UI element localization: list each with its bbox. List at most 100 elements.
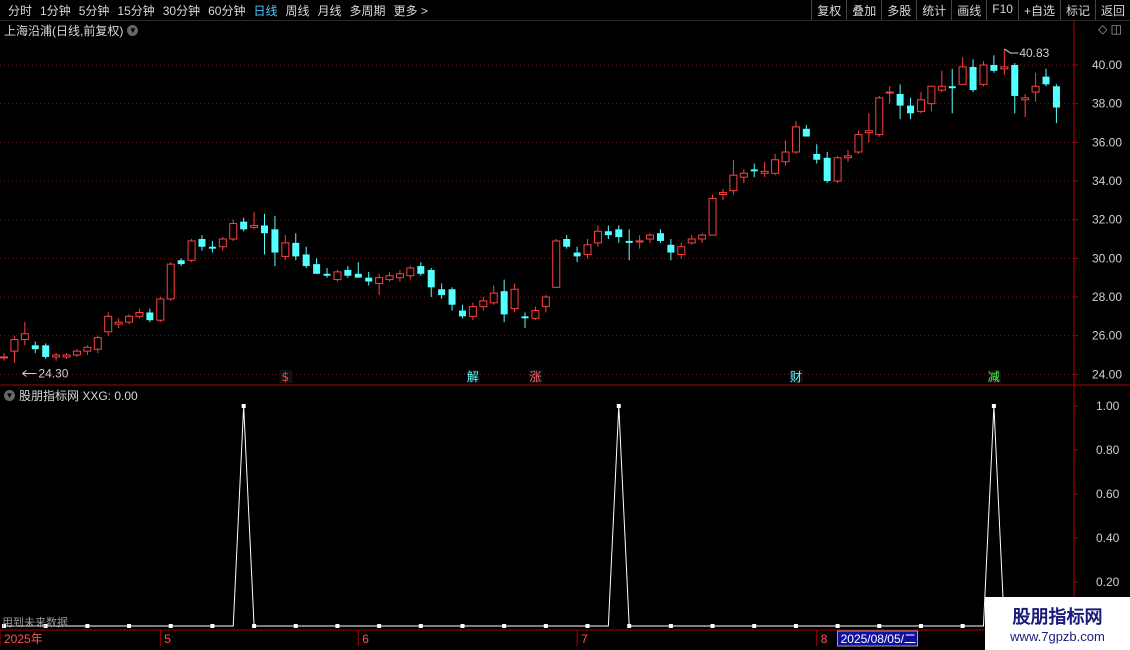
candle-body xyxy=(365,277,373,282)
window-toggle-icon[interactable]: ◫ xyxy=(1111,22,1122,36)
candle-body xyxy=(937,85,946,91)
xxg-signal-point xyxy=(293,624,298,628)
price-tick-label: 38.00 xyxy=(1092,97,1122,111)
xxg-signal-line xyxy=(4,405,1057,627)
candle-body xyxy=(271,229,279,253)
candle-body xyxy=(281,242,290,257)
event-mark-label[interactable]: 财 xyxy=(790,370,802,384)
candle-body xyxy=(229,223,238,240)
candle-body xyxy=(323,273,331,276)
price-tick-label: 34.00 xyxy=(1092,174,1122,188)
candle-body xyxy=(708,197,717,236)
candle-body xyxy=(593,230,602,244)
candle-body xyxy=(646,234,655,240)
candle-body xyxy=(240,221,248,230)
candle-body xyxy=(864,130,873,134)
date-tick-label: 2025年 xyxy=(4,632,43,646)
high-price-label: 40.83 xyxy=(1019,46,1049,60)
candle-body xyxy=(302,254,310,267)
diamond-icon[interactable]: ◇ xyxy=(1098,22,1107,36)
candle-body xyxy=(135,311,144,317)
event-mark-label[interactable]: 解 xyxy=(467,370,479,384)
xxg-signal-point xyxy=(210,624,215,628)
candle-body xyxy=(541,296,550,308)
xxg-signal-point xyxy=(710,624,715,628)
xxg-signal-point xyxy=(543,624,548,628)
xxg-signal-point xyxy=(85,624,90,628)
candle-body xyxy=(198,239,206,247)
candle-body xyxy=(20,333,29,341)
candle-body xyxy=(417,266,425,274)
indicator-tick-label: 0.20 xyxy=(1096,575,1120,589)
candle-body xyxy=(156,298,165,321)
candle-body xyxy=(990,65,998,71)
candle-body xyxy=(333,271,342,281)
candle-body xyxy=(625,240,633,243)
candle-body xyxy=(823,157,831,181)
candle-body xyxy=(261,225,268,234)
xxg-signal-point xyxy=(252,624,257,628)
candle-body xyxy=(927,85,936,105)
candle-body xyxy=(844,155,853,159)
candle-body xyxy=(489,292,498,304)
candle-body xyxy=(72,350,81,356)
low-pointer xyxy=(22,370,37,377)
date-tick-label: 7 xyxy=(581,632,588,646)
xxg-signal-point xyxy=(627,624,632,628)
candle-body xyxy=(42,345,50,357)
candle-body xyxy=(604,231,612,236)
future-data-note: 用到未来数据 xyxy=(2,617,68,629)
candle-body xyxy=(313,264,321,274)
candle-body xyxy=(177,260,185,265)
candle-body xyxy=(448,289,456,305)
price-tick-label: 32.00 xyxy=(1092,213,1122,227)
indicator-tick-label: 0.80 xyxy=(1096,443,1120,457)
candle-body xyxy=(896,94,904,106)
candle-body xyxy=(52,354,61,358)
candle-body xyxy=(292,242,300,257)
candle-body xyxy=(468,306,477,317)
candle-body xyxy=(93,337,102,350)
candle-body xyxy=(1052,86,1060,108)
price-tick-label: 40.00 xyxy=(1092,58,1122,72)
candle-body xyxy=(687,238,696,244)
candle-body xyxy=(385,275,394,281)
chevron-down-icon[interactable]: ▼ xyxy=(127,25,139,36)
event-mark-label[interactable]: 涨 xyxy=(529,369,541,384)
candle-body xyxy=(1021,97,1030,101)
indicator-label: 股朋指标网 XXG: 0.00 xyxy=(19,389,138,403)
chart-window-controls: ◇ ◫ xyxy=(1098,22,1122,36)
candle-body xyxy=(375,277,384,284)
xxg-signal-point xyxy=(377,624,382,628)
candle-body xyxy=(458,310,466,317)
main-chart-title: 上海沿浦(日线,前复权) ▼ xyxy=(4,22,139,39)
candle-body xyxy=(813,153,821,160)
candle-body xyxy=(1031,85,1040,93)
candle-body xyxy=(438,289,446,296)
candle-body xyxy=(969,66,977,91)
xxg-signal-point xyxy=(752,624,757,628)
candle-body xyxy=(208,246,216,249)
indicator-tick-label: 1.00 xyxy=(1096,399,1120,413)
low-price-label: 24.30 xyxy=(38,367,68,381)
date-tick-label: 8 xyxy=(821,632,828,646)
event-mark-label[interactable]: 减 xyxy=(988,370,1000,384)
candle-body xyxy=(802,128,810,137)
candle-body xyxy=(83,346,92,352)
xxg-signal-point xyxy=(877,624,882,628)
candle-body xyxy=(979,64,988,85)
candle-body xyxy=(114,321,123,325)
xxg-signal-point xyxy=(793,624,798,628)
candle-body xyxy=(552,240,561,288)
candle-body xyxy=(187,240,196,261)
candle-body xyxy=(510,288,519,310)
candle-body xyxy=(729,174,738,192)
xxg-signal-point xyxy=(127,624,132,628)
candle-body xyxy=(781,151,790,163)
xxg-signal-point xyxy=(585,624,590,628)
event-mark-label[interactable]: $ xyxy=(282,370,290,384)
price-tick-label: 30.00 xyxy=(1092,251,1122,265)
candle-body xyxy=(791,126,800,153)
chevron-down-icon[interactable]: ▼ xyxy=(4,390,15,401)
chart-canvas[interactable]: 40.00 38.00 36.00 34.00 32.00 30.00 28.00 26.00… xyxy=(0,0,1130,650)
